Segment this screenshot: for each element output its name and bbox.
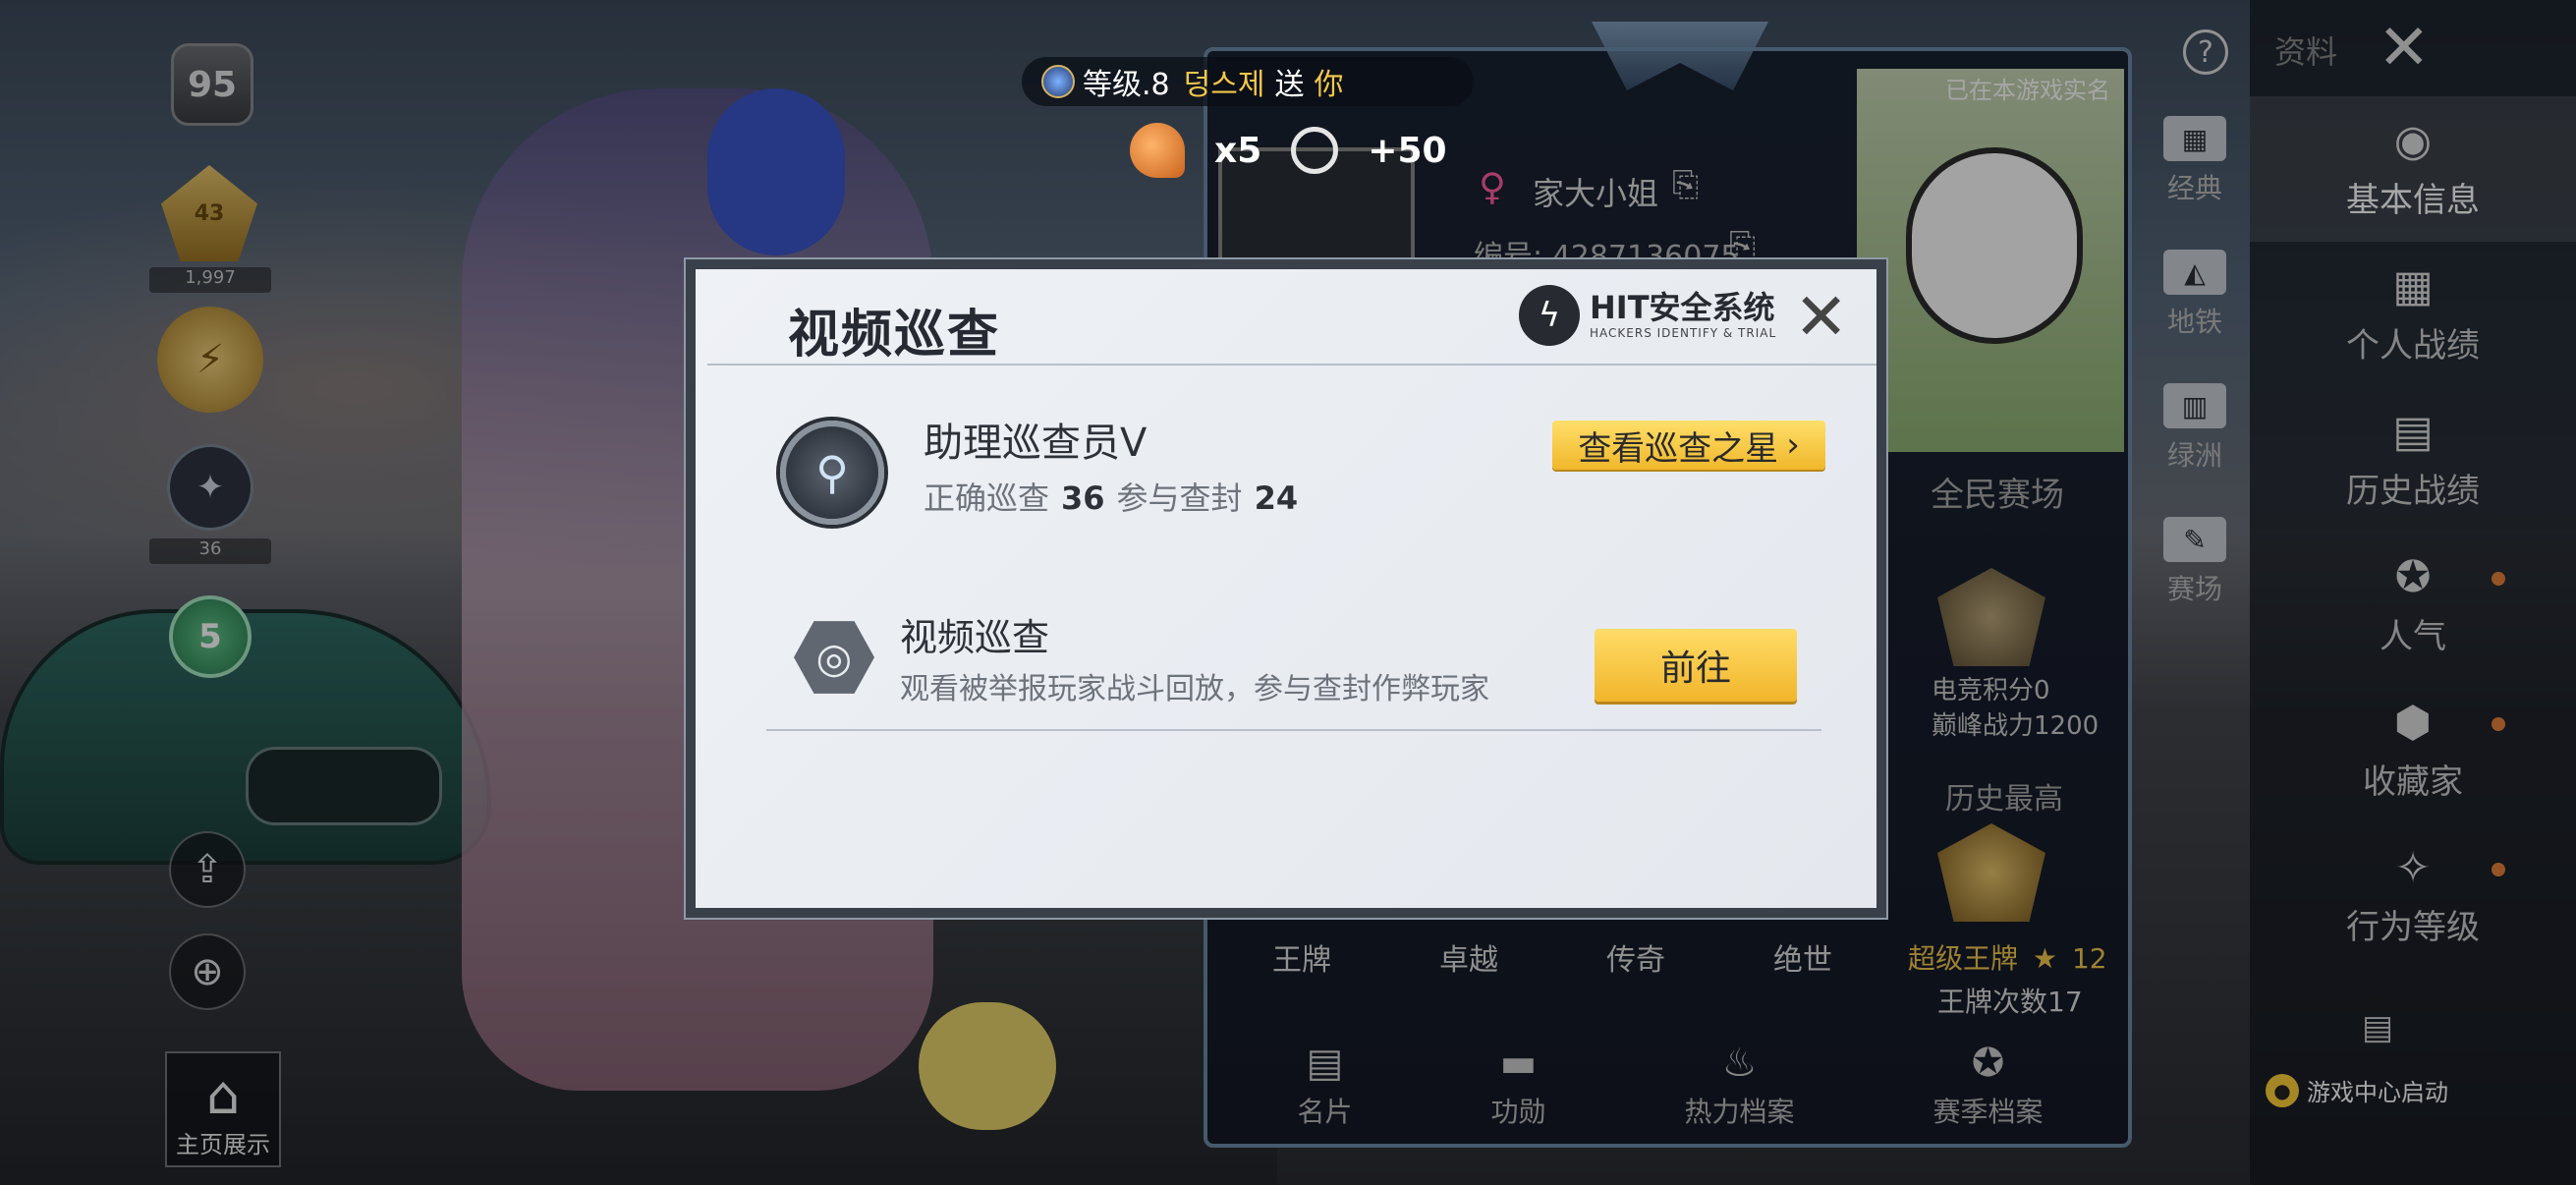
patrol-rank-title: 助理巡查员V	[924, 421, 1148, 466]
logo-main: HIT安全系统	[1590, 289, 1775, 326]
patrol-rank-badge: ⚲	[780, 421, 884, 525]
drumstick-icon	[1130, 123, 1185, 178]
modal-title: 视频巡查	[788, 306, 1001, 365]
hit-logo: ϟ HIT安全系统 HACKERS IDENTIFY & TRIAL	[1519, 285, 1776, 346]
row-divider	[766, 729, 1821, 731]
drumstick-count: x5	[1214, 130, 1262, 171]
patrol-stats: 正确巡查 36 参与查封 24	[924, 474, 1310, 519]
gift-level: 等级.8	[1083, 68, 1170, 102]
gift-sender: 덩스제	[1183, 68, 1265, 102]
lightning-icon: ϟ	[1519, 285, 1580, 346]
gift-recipient: 你	[1314, 68, 1344, 102]
globe-icon	[1041, 65, 1075, 98]
popularity-count: +50	[1368, 130, 1447, 171]
gift-verb: 送	[1274, 68, 1305, 102]
go-button[interactable]: 前往	[1595, 629, 1797, 702]
chevron-right-icon: ›	[1786, 425, 1800, 465]
modal-close-icon[interactable]: ✕	[1794, 285, 1848, 350]
popularity-icon	[1291, 127, 1339, 174]
ban-label: 参与查封	[1116, 480, 1243, 517]
reward-bar: x5 +50	[1130, 116, 1484, 185]
video-patrol-title: 视频巡查	[900, 616, 1050, 659]
ban-value: 24	[1254, 480, 1299, 517]
video-patrol-description: 观看被举报玩家战斗回放，参与查封作弊玩家	[900, 672, 1489, 706]
star-button-label: 查看巡查之星	[1578, 428, 1779, 469]
magnifier-icon: ⚲	[815, 446, 849, 499]
gift-banner: 等级.8 덩스제 送 你	[1022, 57, 1474, 106]
logo-sub: HACKERS IDENTIFY & TRIAL	[1590, 326, 1777, 340]
modal-divider	[707, 364, 1876, 366]
correct-value: 36	[1061, 480, 1105, 517]
correct-label: 正确巡查	[924, 480, 1050, 517]
view-patrol-stars-button[interactable]: 查看巡查之星 ›	[1552, 421, 1825, 470]
